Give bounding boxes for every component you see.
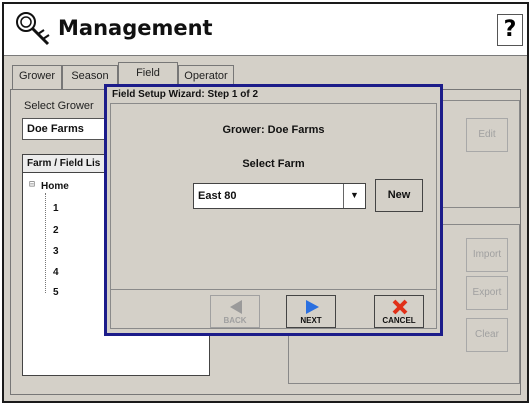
title-bar: Management ? — [4, 4, 527, 56]
new-farm-button[interactable]: New — [375, 179, 423, 212]
clear-button[interactable]: Clear — [466, 318, 508, 352]
farm-select-value: East 80 — [198, 190, 237, 202]
cancel-label: CANCEL — [382, 316, 416, 325]
tree-node[interactable]: 4 — [53, 267, 59, 278]
field-setup-wizard-dialog: Field Setup Wizard: Step 1 of 2 Grower: … — [104, 84, 443, 336]
tree-node-home[interactable]: Home — [41, 181, 69, 192]
management-icon — [16, 12, 50, 46]
tree-node[interactable]: 5 — [53, 287, 59, 298]
edit-button[interactable]: Edit — [466, 118, 508, 152]
page-title: Management — [58, 16, 213, 40]
back-button[interactable]: BACK — [210, 295, 260, 328]
import-button[interactable]: Import — [466, 238, 508, 272]
help-button[interactable]: ? — [497, 14, 523, 46]
export-button[interactable]: Export — [466, 276, 508, 310]
farm-select[interactable]: East 80 ▼ — [193, 183, 366, 209]
tab-grower[interactable]: Grower — [12, 65, 62, 89]
select-farm-label: Select Farm — [242, 158, 305, 170]
dialog-title: Field Setup Wizard: Step 1 of 2 — [112, 89, 259, 100]
next-arrow-icon — [306, 300, 319, 314]
tree-expander-icon[interactable]: ⊟ — [29, 179, 35, 190]
select-grower-label: Select Grower — [24, 100, 94, 112]
tree-node[interactable]: 2 — [53, 225, 59, 236]
cancel-x-icon — [392, 299, 408, 315]
back-label: BACK — [223, 316, 247, 325]
tree-node[interactable]: 3 — [53, 246, 59, 257]
next-label: NEXT — [300, 316, 322, 325]
app-window: Management ? Grower Season Field Operato… — [2, 2, 529, 403]
chevron-down-icon[interactable]: ▼ — [343, 184, 365, 208]
grower-text: Grower: Doe Farms — [222, 124, 325, 136]
dialog-body: Grower: Doe Farms Select Farm East 80 ▼ … — [110, 103, 437, 329]
next-button[interactable]: NEXT — [286, 295, 336, 328]
cancel-button[interactable]: CANCEL — [374, 295, 424, 328]
dialog-divider — [111, 289, 436, 290]
back-arrow-icon — [230, 300, 242, 314]
tree-node[interactable]: 1 — [53, 203, 59, 214]
tree-line — [45, 193, 46, 293]
